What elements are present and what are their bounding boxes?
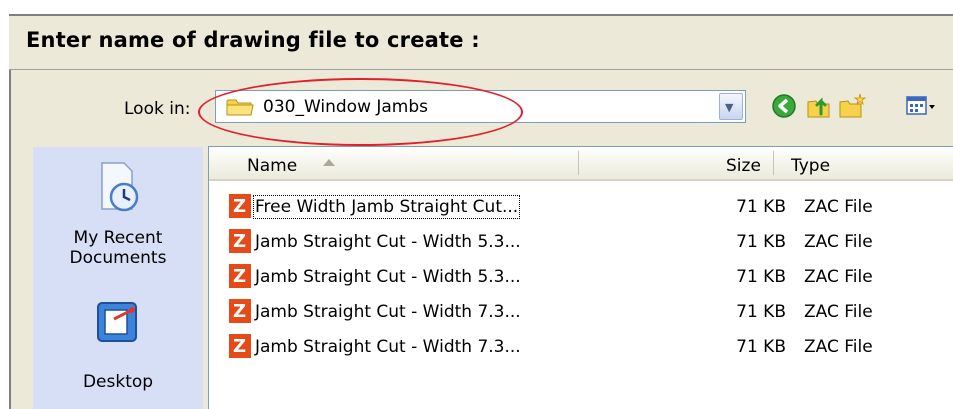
file-row[interactable]: Z Jamb Straight Cut - Width 7.3... 71 KB… [229,295,953,328]
up-folder-icon[interactable] [805,92,833,120]
new-folder-icon[interactable] [838,92,866,120]
zac-file-icon: Z [229,229,251,253]
file-size: 71 KB [736,267,786,287]
file-name: Jamb Straight Cut - Width 5.3... [255,267,521,287]
places-item-recent-label-1: My Recent [73,228,163,248]
file-row[interactable]: Z Jamb Straight Cut - Width 5.3... 71 KB… [229,225,953,258]
file-name: Jamb Straight Cut - Width 5.3... [255,232,521,252]
look-in-dropdown-button[interactable]: ▼ [719,93,743,120]
file-row[interactable]: Z Jamb Straight Cut - Width 5.3... 71 KB… [229,260,953,293]
file-name: Free Width Jamb Straight Cut... [252,195,521,219]
zac-file-icon: Z [229,194,251,218]
look-in-label: Look in: [124,99,191,119]
file-size: 71 KB [736,302,786,322]
column-header-name[interactable]: Name [247,156,297,176]
annotation-ellipse [198,78,523,146]
file-size: 71 KB [736,232,786,252]
places-item-desktop-label: Desktop [82,372,154,392]
back-icon[interactable] [770,92,798,120]
column-divider[interactable] [773,151,774,175]
places-item-recent-documents[interactable]: My Recent Documents [33,159,203,268]
chevron-down-icon: ▼ [725,101,734,114]
file-type: ZAC File [804,232,873,252]
zac-file-icon: Z [229,264,251,288]
file-name: Jamb Straight Cut - Width 7.3... [255,337,521,357]
places-item-recent-label-2: Documents [69,248,167,268]
file-type: ZAC File [804,302,873,322]
save-drawing-dialog: Enter name of drawing file to create : L… [0,0,953,409]
file-type: ZAC File [804,337,873,357]
column-header-type[interactable]: Type [791,156,830,176]
dialog-title: Enter name of drawing file to create : [26,28,480,52]
zac-file-icon: Z [229,299,251,323]
recent-documents-icon [101,162,139,212]
file-list[interactable]: Name Size Type Z Free Width Jamb Straigh… [208,146,953,409]
file-size: 71 KB [736,197,786,217]
file-size: 71 KB [736,337,786,357]
places-item-desktop[interactable]: Desktop [33,297,203,392]
desktop-icon [97,302,137,342]
column-header-size[interactable]: Size [726,156,761,176]
zac-file-icon: Z [229,334,251,358]
column-divider[interactable] [578,151,579,175]
file-type: ZAC File [804,267,873,287]
file-row[interactable]: Z Free Width Jamb Straight Cut... 71 KB … [229,190,953,223]
file-list-header: Name Size Type [209,147,953,181]
sort-ascending-icon [323,159,335,166]
places-bar: My Recent Documents Desktop [33,147,203,409]
file-row[interactable]: Z Jamb Straight Cut - Width 7.3... 71 KB… [229,330,953,363]
views-menu-icon[interactable] [905,92,953,120]
dialog-title-bar: Enter name of drawing file to create : [9,16,953,70]
file-name: Jamb Straight Cut - Width 7.3... [255,302,521,322]
file-type: ZAC File [804,197,873,217]
